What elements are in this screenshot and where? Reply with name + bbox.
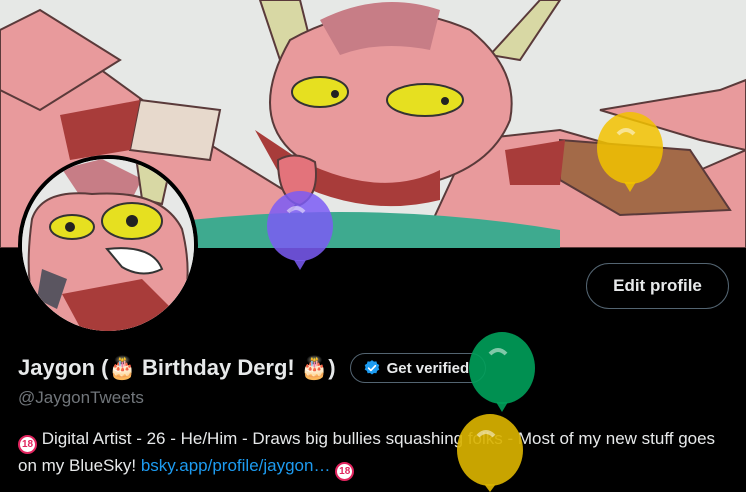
edit-profile-button[interactable]: Edit profile — [586, 263, 729, 309]
get-verified-button[interactable]: Get verified — [349, 353, 487, 383]
user-handle: @JaygonTweets — [18, 388, 144, 407]
profile-bio: 18 Digital Artist - 26 - He/Him - Draws … — [18, 427, 730, 481]
name-row: Jaygon (🎂 Birthday Derg! 🎂) Get verified — [18, 350, 487, 386]
avatar-illustration — [22, 159, 194, 331]
get-verified-label: Get verified — [386, 359, 470, 377]
display-name: Jaygon (🎂 Birthday Derg! 🎂) — [18, 355, 336, 380]
adult-content-icon: 18 — [18, 435, 37, 454]
bio-link[interactable]: bsky.app/profile/jaygon… — [141, 456, 331, 475]
verified-badge-icon — [364, 360, 379, 375]
adult-content-icon-end: 18 — [335, 462, 355, 481]
bio-text: Digital Artist - 26 - He/Him - Draws big… — [18, 429, 716, 475]
avatar[interactable] — [18, 155, 198, 335]
